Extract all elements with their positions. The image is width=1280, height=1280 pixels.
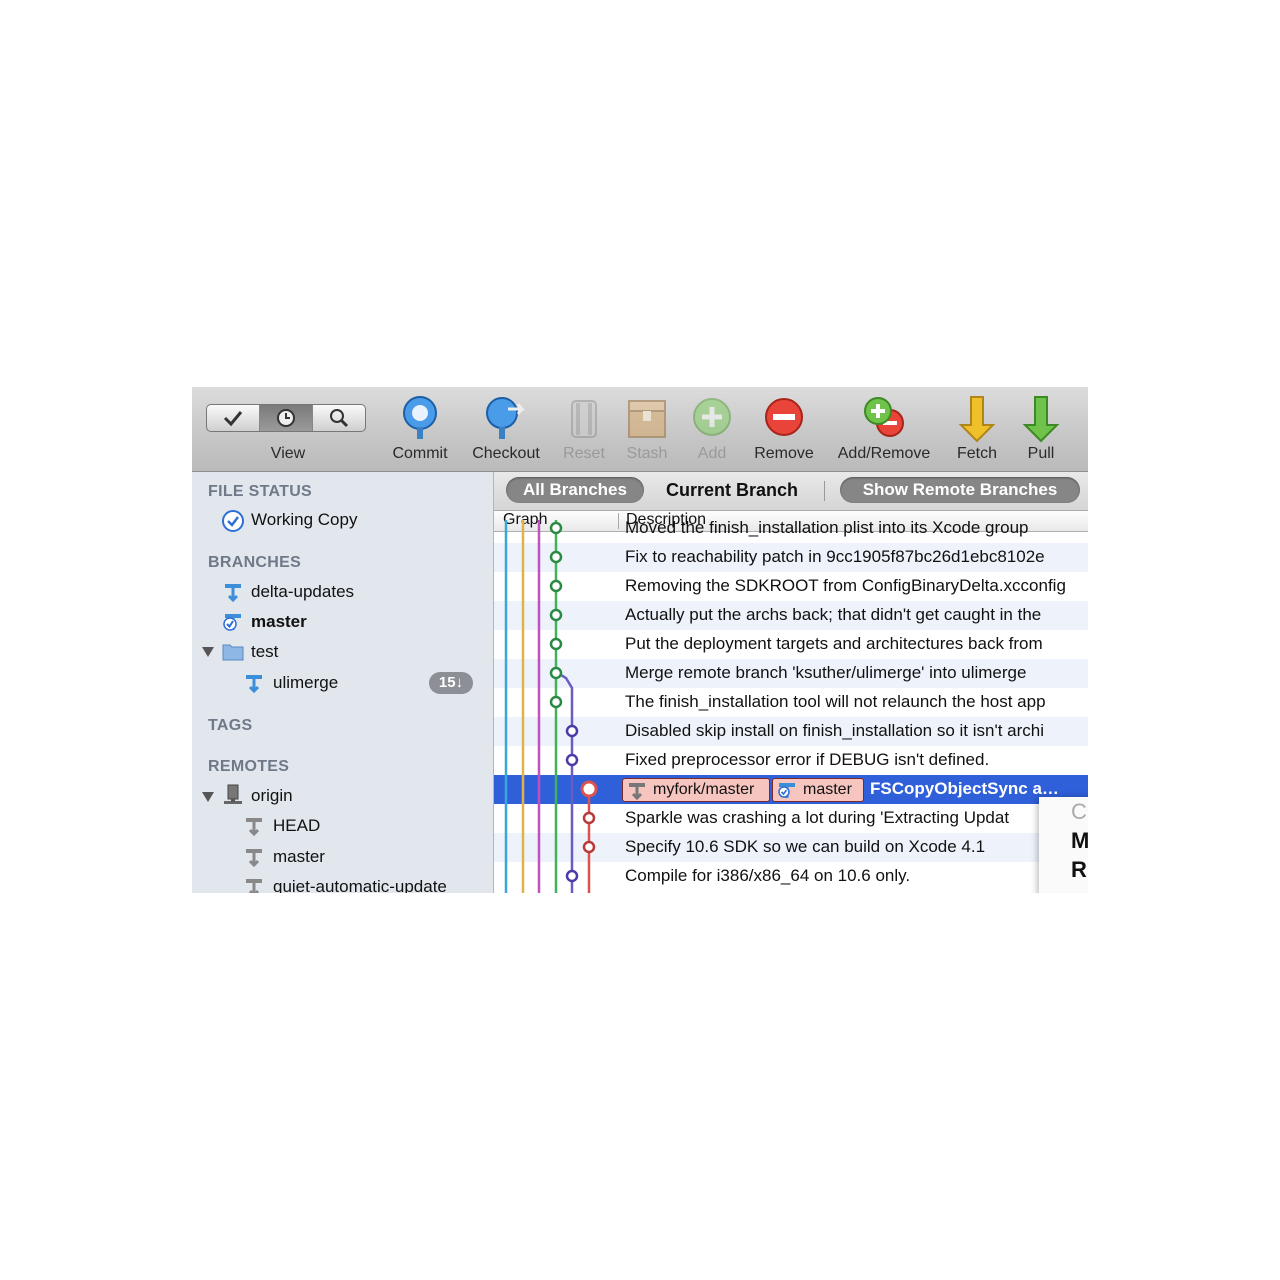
- remotes-header: REMOTES: [208, 758, 290, 775]
- folder-icon: [222, 644, 244, 661]
- commit-description: Sparkle was crashing a lot during 'Extra…: [625, 808, 1010, 827]
- sourcetree-window: View Commit Checkout Reset Stash Add Rem…: [192, 387, 1088, 893]
- disclosure-triangle-icon[interactable]: [202, 792, 214, 802]
- add-remove-button[interactable]: Add/Remove: [838, 445, 931, 463]
- branch-icon: [225, 584, 241, 603]
- tag-label: master: [803, 781, 852, 798]
- fetch-icon[interactable]: [953, 393, 1001, 443]
- context-menu-partial: C M R: [1039, 797, 1088, 893]
- commit-button[interactable]: Commit: [392, 445, 447, 463]
- view-label: View: [270, 445, 306, 462]
- commit-node[interactable]: [582, 840, 596, 854]
- remove-button[interactable]: Remove: [754, 445, 814, 463]
- branch-icon: [246, 675, 262, 694]
- behind-count-badge: 15↓: [429, 672, 473, 694]
- remote-branch-icon: [246, 879, 262, 893]
- fetch-button[interactable]: Fetch: [957, 445, 997, 463]
- current-branch-icon: [223, 614, 241, 631]
- commit-icon[interactable]: [396, 393, 444, 443]
- commit-description: Specify 10.6 SDK so we can build on Xcod…: [625, 837, 986, 856]
- search-icon: [330, 409, 349, 428]
- filter-separator: [824, 481, 825, 501]
- commit-description: FSCopyObjectSync a…: [870, 779, 1059, 798]
- commit-description: Put the deployment targets and architect…: [625, 634, 1043, 653]
- disclosure-triangle-icon[interactable]: [202, 647, 214, 657]
- sidebar-item-working-copy[interactable]: Working Copy: [251, 510, 357, 530]
- menu-item-label[interactable]: R: [1071, 857, 1087, 883]
- commit-description: Compile for i386/x86_64 on 10.6 only.: [625, 866, 911, 885]
- commit-description: Moved the finish_installation plist into…: [625, 518, 1029, 537]
- stash-icon[interactable]: [623, 393, 671, 443]
- commit-node[interactable]: [549, 666, 563, 680]
- remote-branch-icon: [246, 818, 262, 837]
- add-button[interactable]: Add: [698, 445, 726, 463]
- commit-node[interactable]: [565, 869, 579, 883]
- working-copy-icon: [222, 510, 244, 532]
- commit-node[interactable]: [549, 521, 563, 535]
- head-commit-node[interactable]: [580, 780, 598, 798]
- tag-label: myfork/master: [653, 781, 755, 798]
- commit-description: The finish_installation tool will not re…: [625, 692, 1046, 711]
- pull-button[interactable]: Pull: [1028, 445, 1055, 463]
- pull-icon[interactable]: [1017, 393, 1065, 443]
- checkmark-icon: [223, 411, 243, 427]
- commit-description: Merge remote branch 'ksuther/ulimerge' i…: [625, 663, 1027, 682]
- commit-node[interactable]: [549, 579, 563, 593]
- toolbar: View Commit Checkout Reset Stash Add Rem…: [192, 387, 1088, 472]
- view-segmented-control[interactable]: [206, 404, 366, 432]
- commit-node[interactable]: [565, 753, 579, 767]
- sidebar-item-ulimerge[interactable]: ulimerge: [273, 673, 338, 693]
- commit-node[interactable]: [565, 724, 579, 738]
- sidebar-item-remote-head[interactable]: HEAD: [273, 816, 320, 836]
- filter-all-branches[interactable]: All Branches: [506, 477, 644, 503]
- branch-filter-bar: All Branches Current Branch Show Remote …: [494, 472, 1088, 511]
- remote-branch-icon: [629, 783, 645, 800]
- view-file-status-segment[interactable]: [207, 405, 260, 431]
- checkout-button[interactable]: Checkout: [472, 445, 540, 463]
- clock-icon: [277, 409, 295, 427]
- commit-graph: [504, 520, 598, 893]
- reset-icon[interactable]: [560, 393, 608, 443]
- commit-description: Fix to reachability patch in 9cc1905f87b…: [625, 547, 1045, 566]
- menu-item-label[interactable]: C: [1071, 799, 1087, 825]
- stash-button[interactable]: Stash: [627, 445, 668, 463]
- commit-node[interactable]: [549, 608, 563, 622]
- log-view: All Branches Current Branch Show Remote …: [494, 472, 1088, 893]
- branch-tag-myfork-master[interactable]: myfork/master: [622, 778, 770, 802]
- add-remove-icon[interactable]: [860, 393, 908, 443]
- sidebar-item-remote-master[interactable]: master: [273, 847, 325, 867]
- remote-server-icon: [224, 784, 242, 804]
- sidebar-item-test[interactable]: test: [251, 642, 278, 662]
- commit-node[interactable]: [549, 637, 563, 651]
- branch-tag-master[interactable]: master: [772, 778, 864, 802]
- sidebar-item-master[interactable]: master: [251, 612, 307, 632]
- remote-branch-icon: [246, 849, 262, 868]
- remove-icon[interactable]: [760, 393, 808, 443]
- commit-description: Actually put the archs back; that didn't…: [625, 605, 1042, 624]
- menu-item-label[interactable]: M: [1071, 828, 1088, 854]
- filter-current-branch[interactable]: Current Branch: [666, 477, 798, 503]
- commit-node[interactable]: [549, 550, 563, 564]
- view-log-segment[interactable]: [260, 405, 313, 431]
- commit-description: Disabled skip install on finish_installa…: [625, 721, 1045, 740]
- branches-header: BRANCHES: [208, 554, 302, 571]
- commit-node[interactable]: [549, 695, 563, 709]
- sidebar-item-remote-quiet-automatic-update[interactable]: quiet-automatic-update: [273, 877, 447, 893]
- current-branch-icon: [778, 783, 795, 798]
- view-search-segment[interactable]: [313, 405, 365, 431]
- sidebar: FILE STATUS Working Copy BRANCHES delta-…: [192, 472, 494, 893]
- checkout-icon[interactable]: [482, 393, 530, 443]
- sidebar-item-delta-updates[interactable]: delta-updates: [251, 582, 354, 602]
- show-remote-branches-toggle[interactable]: Show Remote Branches: [840, 477, 1080, 503]
- commit-node[interactable]: [582, 811, 596, 825]
- reset-button[interactable]: Reset: [563, 445, 605, 463]
- file-status-header: FILE STATUS: [208, 483, 313, 500]
- commit-description: Removing the SDKROOT from ConfigBinaryDe…: [625, 576, 1066, 595]
- commit-description: Fixed preprocessor error if DEBUG isn't …: [625, 750, 990, 769]
- add-icon[interactable]: [688, 393, 736, 443]
- sidebar-item-origin[interactable]: origin: [251, 786, 293, 806]
- tags-header: TAGS: [208, 717, 253, 734]
